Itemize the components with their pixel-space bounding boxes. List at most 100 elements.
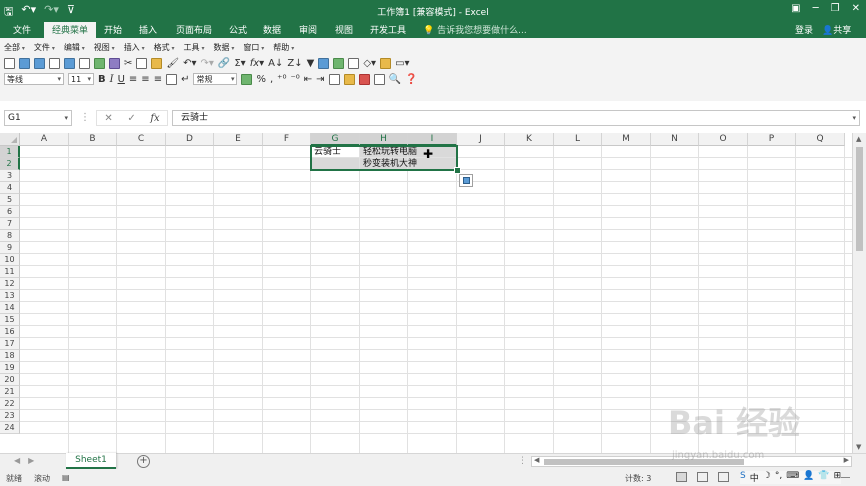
ime-skin-icon[interactable]: 👕 <box>818 471 829 484</box>
column-header-o[interactable]: O <box>699 133 748 146</box>
cancel-icon[interactable]: ✕ <box>104 113 112 124</box>
column-header-p[interactable]: P <box>748 133 796 146</box>
enter-icon[interactable]: ✓ <box>127 113 135 124</box>
number-format-combo[interactable]: 常规 <box>193 73 238 85</box>
scroll-down-icon[interactable]: ▼ <box>856 443 861 451</box>
quick-analysis-icon[interactable] <box>459 174 473 187</box>
tab-view[interactable]: 视图 <box>335 23 353 36</box>
column-header-b[interactable]: B <box>69 133 117 146</box>
ribbon-options-icon[interactable]: ▣ <box>791 3 800 14</box>
row-header-16[interactable]: 16 <box>0 326 20 338</box>
row-header-19[interactable]: 19 <box>0 362 20 374</box>
column-header-c[interactable]: C <box>117 133 166 146</box>
row-header-18[interactable]: 18 <box>0 350 20 362</box>
column-header-n[interactable]: N <box>651 133 699 146</box>
format-table-icon[interactable] <box>373 73 385 85</box>
autosum-icon[interactable]: Σ▾ <box>234 58 245 69</box>
comma-button[interactable]: , <box>270 74 273 85</box>
currency-icon[interactable] <box>241 73 253 85</box>
column-header-l[interactable]: L <box>554 133 602 146</box>
row-header-6[interactable]: 6 <box>0 206 20 218</box>
hyperlink-icon[interactable]: 🔗 <box>218 58 230 69</box>
select-all-button[interactable] <box>0 133 20 146</box>
function-icon[interactable]: fx▾ <box>250 58 264 69</box>
menu-insert[interactable]: 插入 <box>124 42 145 53</box>
sheet-tab-sheet1[interactable]: Sheet1 <box>66 453 116 469</box>
open-icon[interactable] <box>19 57 30 69</box>
row-header-8[interactable]: 8 <box>0 230 20 242</box>
menu-all[interactable]: 全部 <box>4 42 25 53</box>
spelling-icon[interactable] <box>94 57 105 69</box>
minimize-icon[interactable]: ─ <box>813 3 819 14</box>
row-header-3[interactable]: 3 <box>0 170 20 182</box>
ime-language[interactable]: 中 <box>750 471 759 484</box>
save-icon[interactable] <box>34 57 45 69</box>
tab-review[interactable]: 审阅 <box>299 23 317 36</box>
align-right-icon[interactable]: ≡ <box>154 74 162 85</box>
page-break-view-icon[interactable] <box>718 472 729 482</box>
maximize-icon[interactable]: ❐ <box>831 3 840 14</box>
comment-icon[interactable]: ▭▾ <box>395 58 409 69</box>
scroll-right-icon[interactable]: ▶ <box>844 456 849 464</box>
fill-color-icon[interactable] <box>343 73 355 85</box>
find-icon[interactable]: 🔍 <box>389 74 401 85</box>
merge-center-icon[interactable] <box>166 73 178 85</box>
smartart-icon[interactable] <box>380 57 392 69</box>
row-header-5[interactable]: 5 <box>0 194 20 206</box>
login-link[interactable]: 登录 <box>795 23 813 36</box>
row-header-17[interactable]: 17 <box>0 338 20 350</box>
ime-logo-icon[interactable]: S <box>740 471 746 484</box>
tab-page-layout[interactable]: 页面布局 <box>176 23 212 36</box>
column-header-e[interactable]: E <box>214 133 263 146</box>
decrease-decimal-icon[interactable]: ⁻⁰ <box>290 74 299 85</box>
menu-help[interactable]: 帮助 <box>273 42 294 53</box>
row-header-15[interactable]: 15 <box>0 314 20 326</box>
italic-button[interactable]: I <box>110 74 114 85</box>
column-header-k[interactable]: K <box>505 133 554 146</box>
row-header-20[interactable]: 20 <box>0 374 20 386</box>
normal-view-icon[interactable] <box>676 472 687 482</box>
zoom-icon[interactable] <box>348 57 360 69</box>
ime-punct-icon[interactable]: °, <box>775 471 782 484</box>
ime-person-icon[interactable]: 👤 <box>803 471 814 484</box>
menu-edit[interactable]: 编辑 <box>64 42 85 53</box>
scroll-up-icon[interactable]: ▲ <box>856 135 861 143</box>
row-header-14[interactable]: 14 <box>0 302 20 314</box>
row-header-9[interactable]: 9 <box>0 242 20 254</box>
permission-icon[interactable] <box>49 57 60 69</box>
row-header-1[interactable]: 1 <box>0 146 20 158</box>
menu-tools[interactable]: 工具 <box>184 42 205 53</box>
vertical-scrollbar[interactable]: ▲ ▼ <box>852 133 866 453</box>
row-header-22[interactable]: 22 <box>0 398 20 410</box>
macro-record-icon[interactable]: ▤ <box>62 473 70 482</box>
name-box[interactable]: G1 <box>4 110 72 126</box>
increase-indent-icon[interactable]: ⇥ <box>316 74 324 85</box>
close-icon[interactable]: ✕ <box>852 3 860 14</box>
menu-format[interactable]: 格式 <box>154 42 175 53</box>
shapes-icon[interactable]: ◇▾ <box>363 58 376 69</box>
row-header-10[interactable]: 10 <box>0 254 20 266</box>
tab-data[interactable]: 数据 <box>263 23 281 36</box>
column-header-f[interactable]: F <box>263 133 311 146</box>
percent-button[interactable]: % <box>256 74 266 85</box>
align-center-icon[interactable]: ≡ <box>141 74 149 85</box>
tab-home[interactable]: 开始 <box>104 23 122 36</box>
drawing-icon[interactable] <box>333 57 345 69</box>
page-layout-view-icon[interactable] <box>697 472 708 482</box>
row-header-7[interactable]: 7 <box>0 218 20 230</box>
borders-icon[interactable] <box>328 73 340 85</box>
fill-handle[interactable] <box>454 167 461 174</box>
column-header-d[interactable]: D <box>166 133 214 146</box>
menu-file[interactable]: 文件 <box>34 42 55 53</box>
row-header-11[interactable]: 11 <box>0 266 20 278</box>
row-header-21[interactable]: 21 <box>0 386 20 398</box>
paste-icon[interactable] <box>151 57 163 69</box>
font-name-combo[interactable]: 等线 <box>4 73 64 85</box>
ime-tools-icon[interactable]: ⊞ <box>834 471 842 484</box>
tab-formulas[interactable]: 公式 <box>229 23 247 36</box>
copy-icon[interactable] <box>136 57 148 69</box>
row-header-24[interactable]: 24 <box>0 422 20 434</box>
formula-input[interactable]: 云骑士 <box>172 110 860 126</box>
filter-icon[interactable]: ▼ <box>307 58 315 69</box>
tab-file[interactable]: 文件 <box>13 23 31 36</box>
